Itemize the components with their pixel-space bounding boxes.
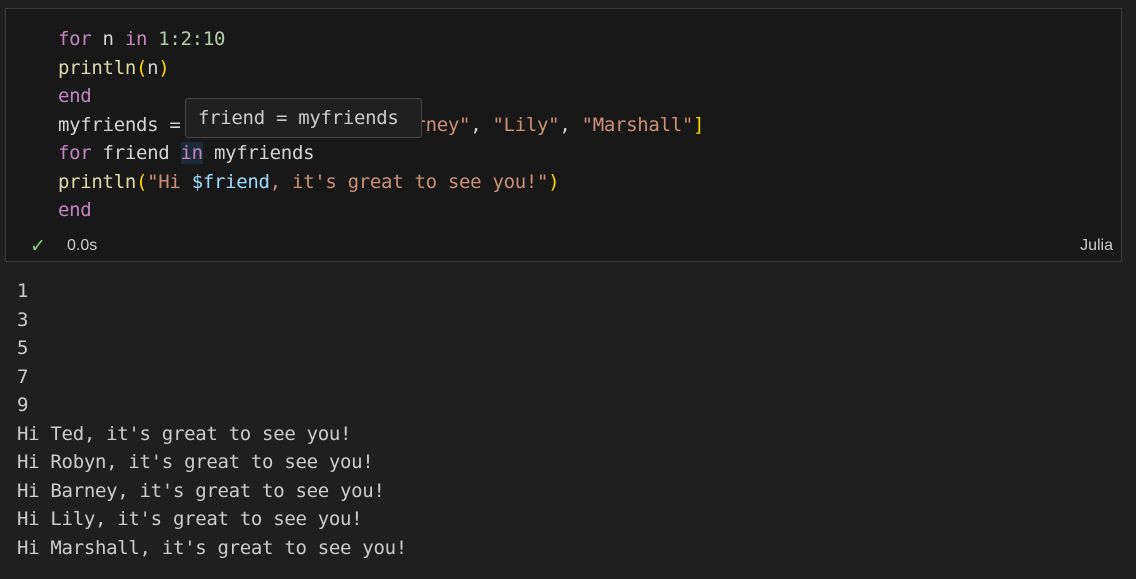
language-selector[interactable]: Julia	[1080, 237, 1113, 255]
notebook-code-cell[interactable]: for n in 1:2:10 println(n) end myfriends = …	[5, 8, 1122, 262]
code-line[interactable]: println(n)	[58, 54, 704, 83]
check-icon: ✓	[30, 236, 46, 257]
code-token: println	[58, 170, 136, 193]
code-line[interactable]: end	[58, 196, 704, 225]
code-token: "Lily"	[492, 113, 560, 136]
output-line: Hi Ted, it's great to see you!	[17, 422, 352, 445]
output-line: 3	[17, 308, 29, 331]
hover-tooltip: friend = myfriends	[185, 98, 422, 138]
output-line: Hi Barney, it's great to see you!	[17, 479, 385, 502]
code-token: friend	[91, 142, 181, 164]
code-token: ]	[692, 113, 705, 136]
code-token: in	[180, 142, 203, 164]
cell-output: 1 3 5 7 9 Hi Ted, it's great to see you! Hi Ro…	[17, 277, 407, 562]
code-token: , it's great to see you!"	[269, 170, 549, 193]
code-token: myfriends	[202, 142, 315, 164]
code-token: myfriends =	[58, 113, 192, 136]
code-token: println	[58, 56, 136, 79]
output-line: Hi Lily, it's great to see you!	[17, 508, 363, 530]
code-line[interactable]: for friend in myfriends	[58, 139, 704, 168]
code-line[interactable]: println("Hi $friend, it's great to see y…	[58, 168, 704, 197]
code-line[interactable]: for n in 1:2:10	[58, 25, 704, 54]
code-token: ,	[559, 113, 582, 136]
output-line: 7	[17, 365, 29, 388]
output-line: 9	[17, 394, 29, 416]
code-token: "Marshall"	[581, 113, 694, 136]
output-line: Hi Robyn, it's great to see you!	[17, 451, 374, 473]
code-token: "Hi	[147, 170, 192, 193]
code-token: n	[91, 28, 125, 50]
code-token: 1:2:10	[158, 28, 226, 50]
code-token: (	[135, 56, 148, 79]
code-token: for	[58, 28, 92, 50]
execution-time: 0.0s	[67, 237, 98, 254]
output-line: Hi Marshall, it's great to see you!	[17, 536, 407, 559]
cell-status-bar: ✓ 0.0s Julia	[6, 233, 1121, 259]
code-token: for	[58, 142, 92, 164]
output-line: 5	[17, 337, 29, 359]
code-token: ,	[470, 113, 493, 136]
code-token: $friend	[191, 170, 270, 193]
code-token: end	[58, 199, 92, 221]
code-token: end	[58, 85, 92, 107]
code-token: n	[147, 56, 159, 79]
output-line: 1	[17, 280, 29, 302]
code-token: in	[124, 28, 148, 50]
code-token: )	[548, 170, 560, 193]
code-token: )	[158, 56, 170, 79]
code-token: (	[135, 170, 148, 193]
